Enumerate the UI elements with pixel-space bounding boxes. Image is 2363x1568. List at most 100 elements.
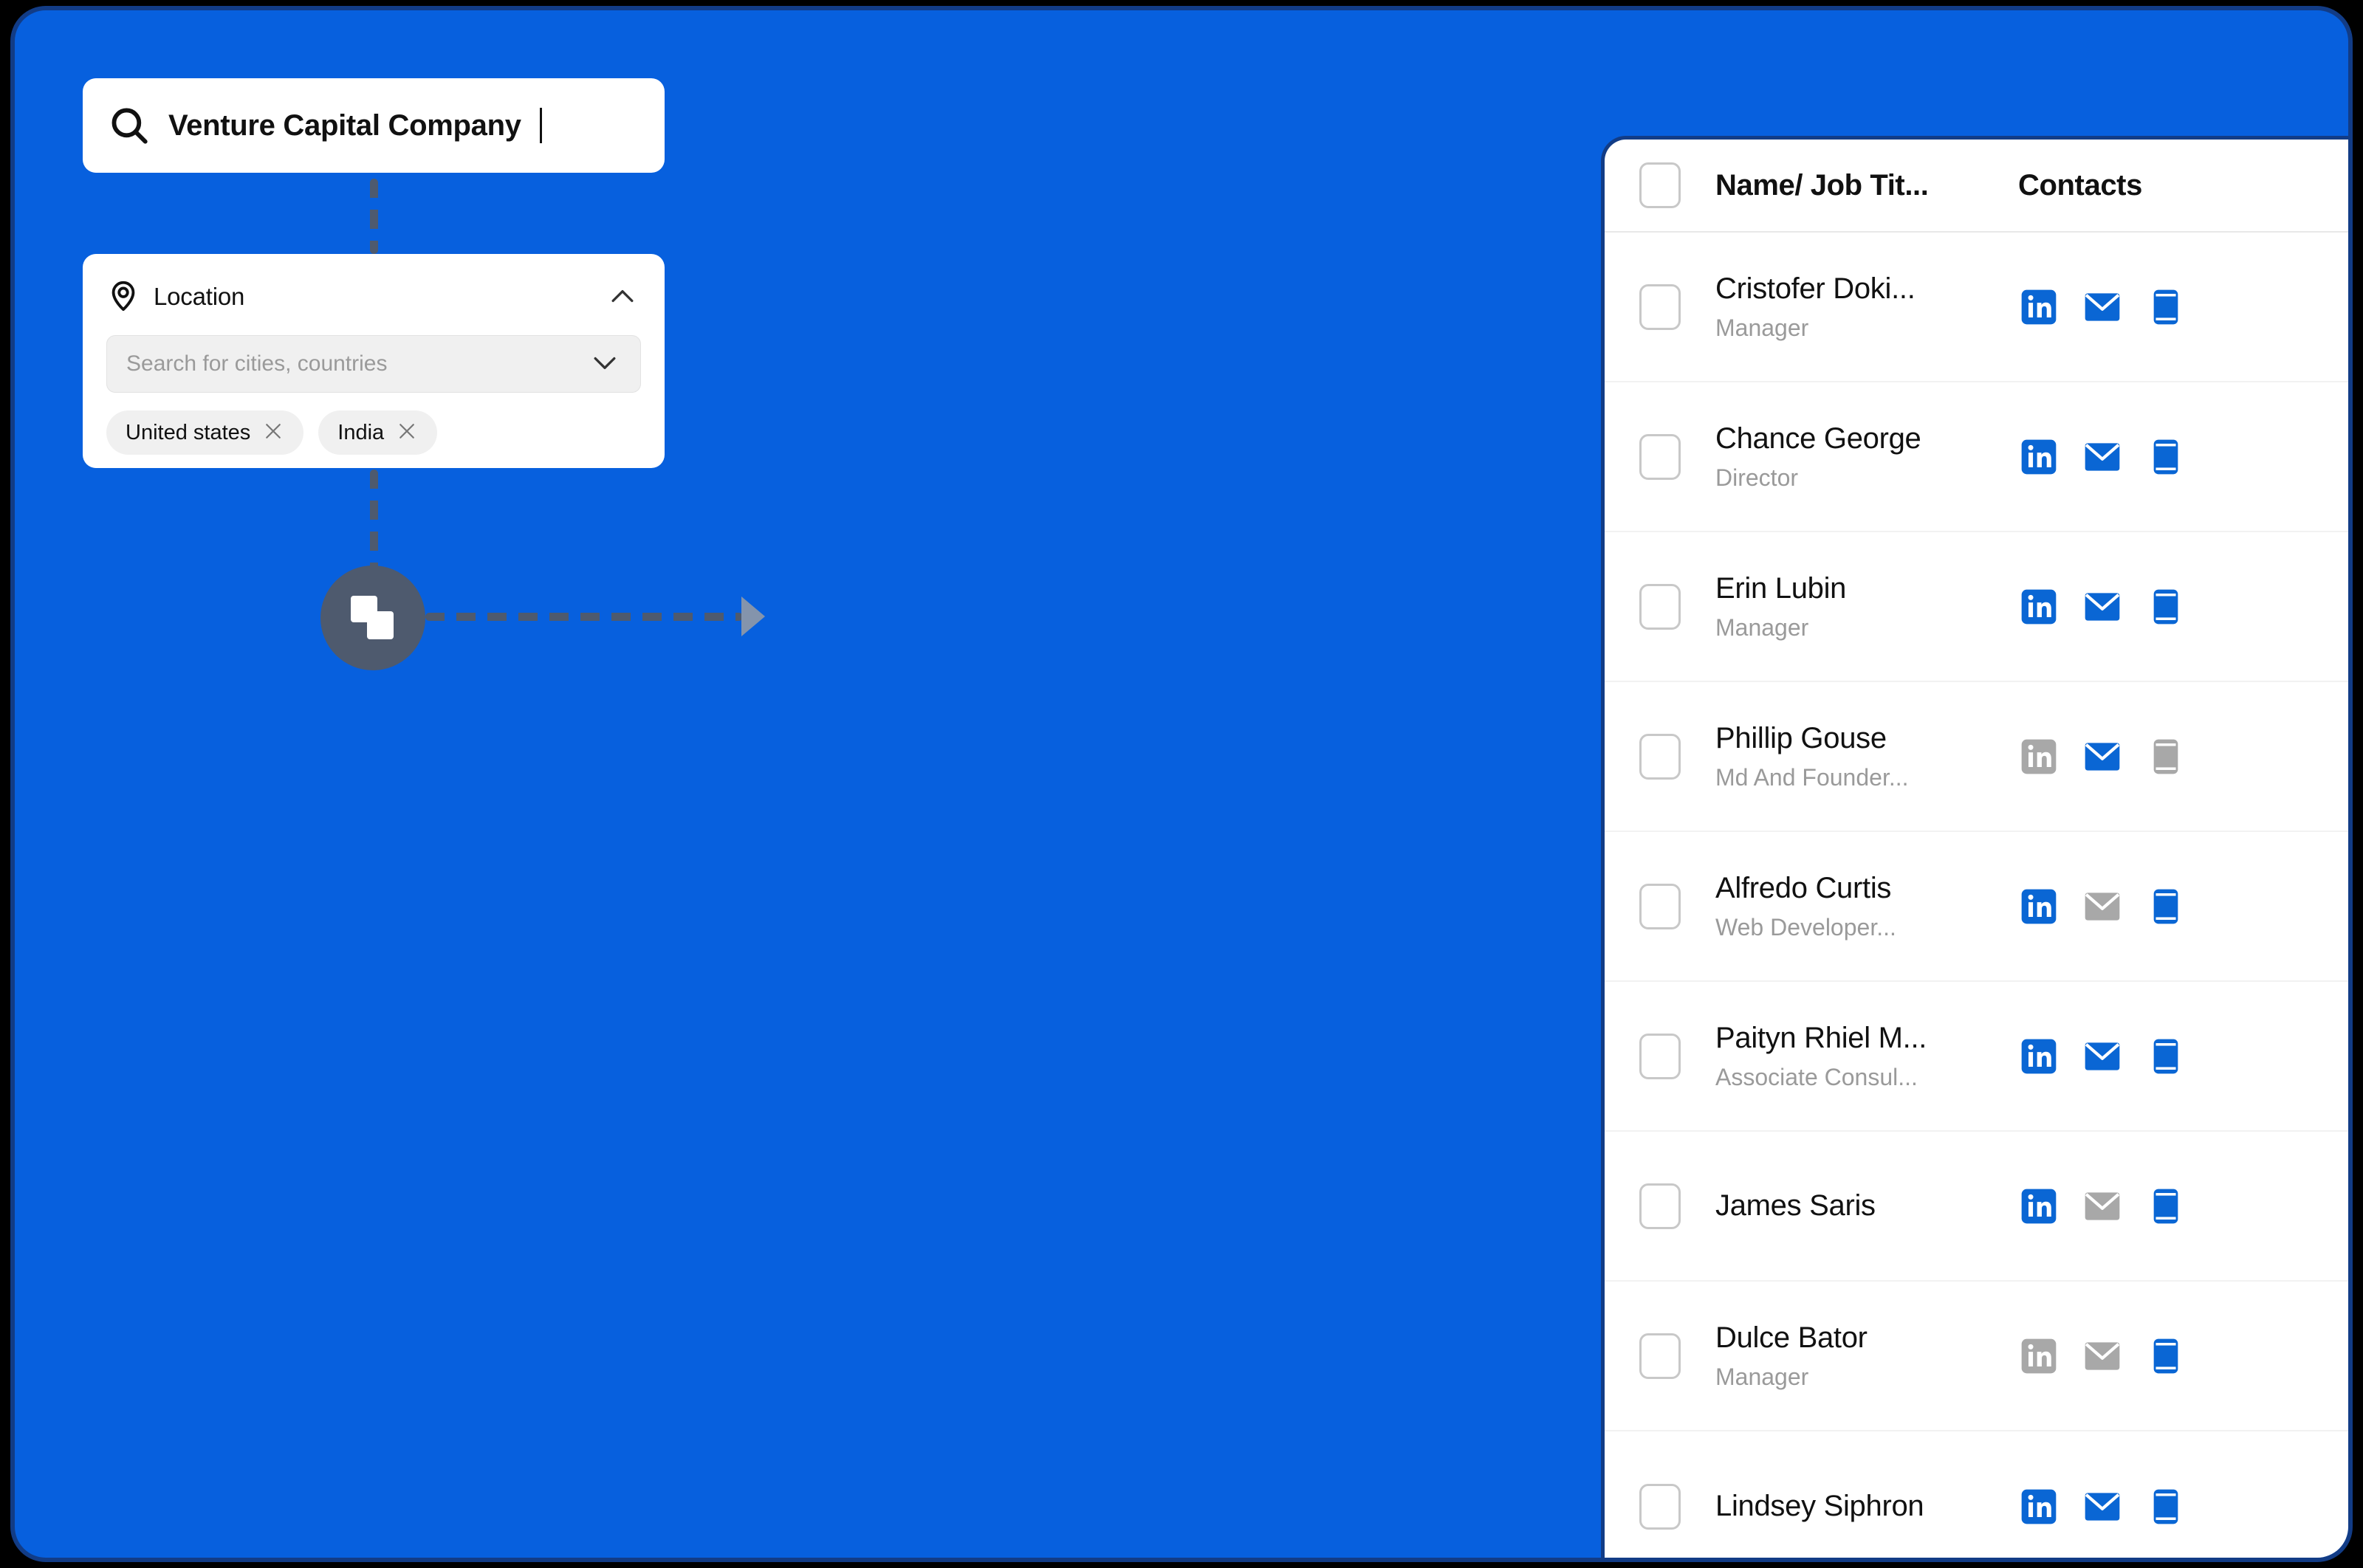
row-select-cell[interactable] <box>1605 733 1715 780</box>
location-title: Location <box>154 283 245 310</box>
phone-icon <box>2145 736 2187 777</box>
row-checkbox[interactable] <box>1639 883 1681 929</box>
connector-node-to-results <box>425 613 743 621</box>
contact-name: Alfredo Curtis <box>1715 871 1892 904</box>
email-icon[interactable] <box>2082 586 2123 627</box>
close-icon[interactable] <box>396 420 418 446</box>
contact-job-title: Md And Founder... <box>1715 763 1909 791</box>
header-contacts-label: Contacts <box>2018 168 2142 202</box>
location-chip[interactable]: India <box>318 410 438 455</box>
row-name-cell[interactable]: Dulce Bator Manager <box>1715 1321 2018 1391</box>
location-search-input[interactable]: Search for cities, countries <box>106 335 641 393</box>
table-row[interactable]: Alfredo Curtis Web Developer... <box>1605 832 2348 982</box>
row-contacts-cell <box>2018 1186 2348 1227</box>
row-select-cell[interactable] <box>1605 433 1715 480</box>
linkedin-icon[interactable] <box>2018 436 2060 478</box>
table-row[interactable]: Lindsey Siphron <box>1605 1431 2348 1558</box>
email-icon[interactable] <box>2082 1486 2123 1527</box>
row-select-cell[interactable] <box>1605 583 1715 630</box>
chevron-up-icon[interactable] <box>604 278 641 315</box>
contact-name: Cristofer Doki... <box>1715 272 1916 305</box>
table-row[interactable]: Dulce Bator Manager <box>1605 1282 2348 1431</box>
company-search-node[interactable]: Venture Capital Company <box>83 78 665 173</box>
phone-icon[interactable] <box>2145 286 2187 328</box>
phone-icon[interactable] <box>2145 1486 2187 1527</box>
row-checkbox[interactable] <box>1639 1333 1681 1379</box>
row-name-cell[interactable]: Paityn Rhiel M... Associate Consul... <box>1715 1022 2018 1091</box>
row-checkbox[interactable] <box>1639 733 1681 780</box>
table-row[interactable]: Paityn Rhiel M... Associate Consul... <box>1605 982 2348 1132</box>
row-checkbox[interactable] <box>1639 1483 1681 1530</box>
email-icon <box>2082 1335 2123 1377</box>
row-name-cell[interactable]: Lindsey Siphron <box>1715 1490 2018 1523</box>
linkedin-icon <box>2018 1335 2060 1377</box>
linkedin-icon[interactable] <box>2018 886 2060 927</box>
row-select-cell[interactable] <box>1605 1033 1715 1079</box>
row-contacts-cell <box>2018 736 2348 777</box>
row-name-cell[interactable]: Alfredo Curtis Web Developer... <box>1715 872 2018 941</box>
connector-arrowhead-icon <box>741 596 765 636</box>
search-input-value[interactable]: Venture Capital Company <box>168 109 521 142</box>
email-icon[interactable] <box>2082 436 2123 478</box>
phone-icon[interactable] <box>2145 586 2187 627</box>
phone-icon[interactable] <box>2145 886 2187 927</box>
search-icon <box>108 104 151 147</box>
row-select-cell[interactable] <box>1605 1183 1715 1229</box>
row-name-cell[interactable]: Cristofer Doki... Manager <box>1715 272 2018 342</box>
row-name-cell[interactable]: James Saris <box>1715 1189 2018 1223</box>
linkedin-icon[interactable] <box>2018 1036 2060 1077</box>
linkedin-icon[interactable] <box>2018 286 2060 328</box>
phone-icon[interactable] <box>2145 1335 2187 1377</box>
email-icon[interactable] <box>2082 736 2123 777</box>
contact-job-title: Manager <box>1715 1363 1809 1390</box>
results-table-panel: Name/ Job Tit... Contacts Cristofer Doki… <box>1601 136 2348 1558</box>
contact-name: Dulce Bator <box>1715 1321 1868 1354</box>
select-all-cell[interactable] <box>1605 162 1715 208</box>
row-name-cell[interactable]: Phillip Gouse Md And Founder... <box>1715 722 2018 791</box>
row-name-cell[interactable]: Erin Lubin Manager <box>1715 572 2018 642</box>
table-row[interactable]: Phillip Gouse Md And Founder... <box>1605 682 2348 832</box>
screenshot-root: Venture Capital Company Location Search … <box>0 0 2363 1568</box>
table-row[interactable]: Chance George Director <box>1605 382 2348 532</box>
row-checkbox[interactable] <box>1639 1033 1681 1079</box>
table-row[interactable]: James Saris <box>1605 1132 2348 1282</box>
row-checkbox[interactable] <box>1639 1183 1681 1229</box>
header-contacts-cell[interactable]: Contacts <box>2018 168 2348 202</box>
workflow-action-node[interactable] <box>320 565 425 670</box>
linkedin-icon <box>2018 736 2060 777</box>
contact-job-title: Web Developer... <box>1715 913 1896 941</box>
contact-job-title: Associate Consul... <box>1715 1063 1918 1090</box>
header-name-label: Name/ Job Tit... <box>1715 168 1929 202</box>
row-select-cell[interactable] <box>1605 1333 1715 1379</box>
email-icon[interactable] <box>2082 1036 2123 1077</box>
linkedin-icon[interactable] <box>2018 1486 2060 1527</box>
row-contacts-cell <box>2018 436 2348 478</box>
row-checkbox[interactable] <box>1639 433 1681 480</box>
linkedin-icon[interactable] <box>2018 1186 2060 1227</box>
phone-icon[interactable] <box>2145 1186 2187 1227</box>
email-icon[interactable] <box>2082 286 2123 328</box>
email-icon <box>2082 1186 2123 1227</box>
table-row[interactable]: Cristofer Doki... Manager <box>1605 233 2348 382</box>
row-name-cell[interactable]: Chance George Director <box>1715 422 2018 492</box>
linkedin-icon[interactable] <box>2018 586 2060 627</box>
row-select-cell[interactable] <box>1605 883 1715 929</box>
phone-icon[interactable] <box>2145 1036 2187 1077</box>
chip-label: United states <box>126 420 251 444</box>
table-row[interactable]: Erin Lubin Manager <box>1605 532 2348 682</box>
row-select-cell[interactable] <box>1605 283 1715 330</box>
connector-search-to-location <box>370 179 378 254</box>
close-icon[interactable] <box>262 420 284 446</box>
location-input-placeholder: Search for cities, countries <box>126 351 388 376</box>
location-filter-node[interactable]: Location Search for cities, countries Un… <box>83 254 665 468</box>
copy-icon <box>351 596 395 640</box>
header-name-cell[interactable]: Name/ Job Tit... <box>1715 169 2018 202</box>
text-caret <box>539 108 542 143</box>
row-checkbox[interactable] <box>1639 283 1681 330</box>
row-select-cell[interactable] <box>1605 1483 1715 1530</box>
location-chip[interactable]: United states <box>106 410 304 455</box>
select-all-checkbox[interactable] <box>1639 162 1681 208</box>
phone-icon[interactable] <box>2145 436 2187 478</box>
row-checkbox[interactable] <box>1639 583 1681 630</box>
chevron-down-icon[interactable] <box>589 346 621 382</box>
